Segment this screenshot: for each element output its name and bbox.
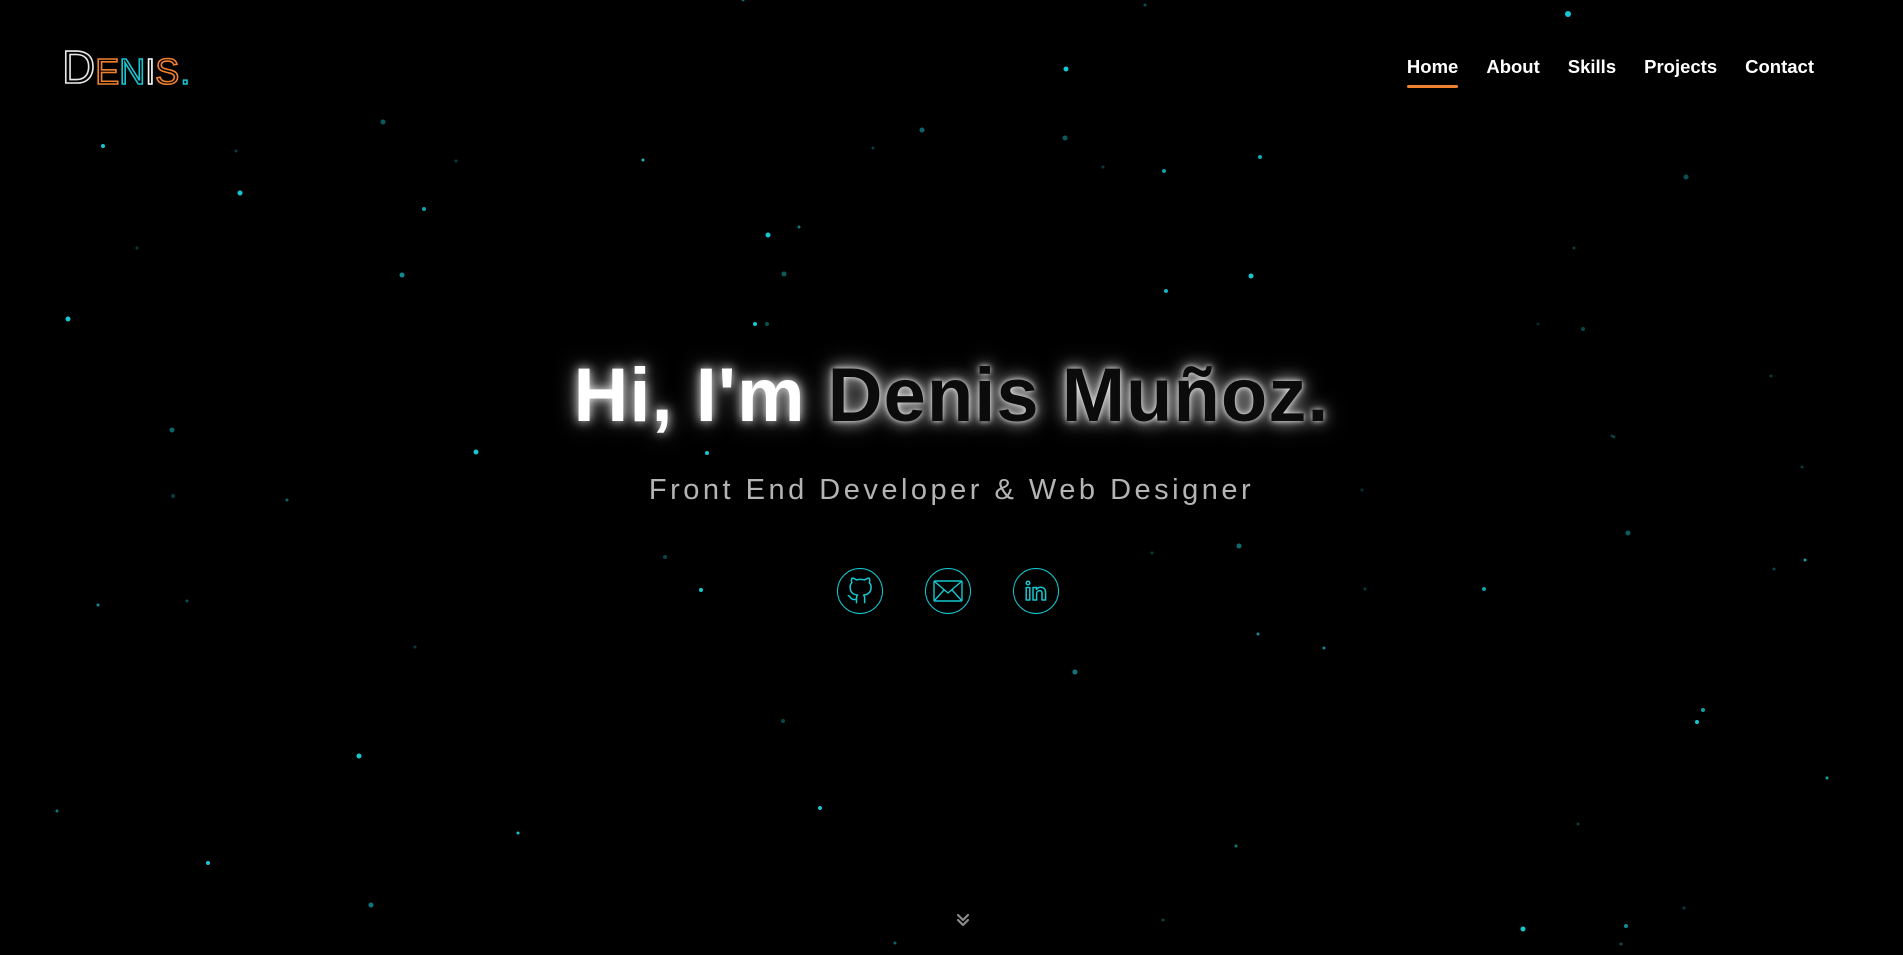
star-dot — [1520, 926, 1526, 932]
star-dot — [65, 316, 71, 322]
star-dot — [1624, 924, 1628, 928]
star-dot — [399, 272, 405, 278]
social-links — [837, 568, 1059, 614]
star-dot — [55, 809, 59, 813]
star-dot — [1161, 918, 1165, 922]
star-dot — [1258, 155, 1262, 159]
star-dot — [663, 555, 667, 559]
star-dot — [641, 158, 645, 162]
star-dot — [1825, 776, 1829, 780]
star-dot — [1162, 169, 1166, 173]
hero-greeting: Hi, I'm — [573, 353, 806, 438]
star-dot — [422, 207, 426, 211]
email-link[interactable] — [925, 568, 971, 614]
star-dot — [454, 159, 458, 163]
star-dot — [473, 449, 479, 455]
star-dot — [237, 190, 243, 196]
main-nav: Home About Skills Projects Contact — [1406, 56, 1814, 88]
star-dot — [1234, 844, 1238, 848]
github-link[interactable] — [837, 568, 883, 614]
hero-title: Hi, I'm Denis Muñoz. — [0, 352, 1903, 439]
logo-letter-i: I — [144, 51, 156, 92]
nav-item-contact[interactable]: Contact — [1745, 56, 1814, 88]
star-dot — [1572, 246, 1576, 250]
star-dot — [1363, 587, 1367, 591]
star-dot — [1150, 551, 1154, 555]
star-dot — [765, 232, 771, 238]
star-dot — [765, 322, 769, 326]
star-dot — [818, 806, 822, 810]
star-dot — [1248, 273, 1254, 279]
nav-item-projects[interactable]: Projects — [1644, 56, 1717, 88]
hero-subtitle: Front End Developer & Web Designer — [648, 474, 1255, 506]
chevron-double-down-icon — [956, 913, 970, 927]
star-dot — [1236, 543, 1242, 549]
star-dot — [1619, 942, 1623, 946]
logo-letter-d: D — [61, 41, 96, 93]
star-dot — [1683, 174, 1689, 180]
star-dot — [380, 119, 386, 125]
star-dot — [1143, 3, 1147, 7]
star-dot — [368, 902, 374, 908]
star-dot — [1536, 322, 1540, 326]
star-dot — [1072, 669, 1078, 675]
logo-dot: . — [179, 51, 191, 92]
logo-letter-n: N — [118, 51, 146, 92]
star-dot — [781, 719, 785, 723]
star-dot — [1581, 327, 1585, 331]
star-dot — [1482, 587, 1486, 591]
star-dot — [797, 225, 801, 229]
github-icon — [847, 577, 872, 604]
linkedin-link[interactable] — [1013, 568, 1059, 614]
star-dot — [135, 246, 139, 250]
star-dot — [356, 753, 362, 759]
star-dot — [1063, 66, 1069, 72]
star-dot — [96, 603, 100, 607]
nav-item-home[interactable]: Home — [1406, 56, 1459, 88]
star-dot — [1772, 567, 1776, 571]
star-dot — [1701, 708, 1705, 712]
star-dot — [1565, 11, 1571, 17]
linkedin-icon — [1025, 580, 1047, 601]
star-dot — [1576, 822, 1580, 826]
scroll-down-button[interactable] — [955, 912, 971, 928]
star-dot — [1164, 289, 1168, 293]
star-dot — [1101, 165, 1105, 169]
nav-item-skills[interactable]: Skills — [1568, 56, 1616, 88]
hero-name: Denis Muñoz. — [827, 353, 1330, 438]
logo-letter-e: E — [94, 51, 120, 92]
star-dot — [206, 861, 210, 865]
star-dot — [919, 127, 925, 133]
star-dot — [101, 144, 105, 148]
star-dot — [413, 645, 417, 649]
star-dot — [1322, 646, 1326, 650]
star-dot — [1625, 530, 1631, 536]
star-dot — [516, 831, 520, 835]
star-dot — [234, 149, 238, 153]
star-dot — [1695, 720, 1699, 724]
star-dot — [185, 599, 189, 603]
star-dot — [705, 451, 709, 455]
star-dot — [699, 588, 703, 592]
star-dot — [1682, 906, 1686, 910]
site-logo[interactable]: D E N I S . — [61, 41, 191, 93]
page: D E N I S . Home About Skills Projects C… — [0, 0, 1903, 955]
star-dot — [871, 146, 875, 150]
star-dot — [1803, 558, 1807, 562]
mail-icon — [933, 580, 963, 602]
star-dot — [1062, 135, 1068, 141]
star-dot — [893, 941, 897, 945]
star-dot — [781, 271, 787, 277]
nav-item-about[interactable]: About — [1486, 56, 1539, 88]
star-dot — [1256, 632, 1260, 636]
star-dot — [1800, 465, 1804, 469]
star-dot — [753, 322, 757, 326]
logo-letter-s: S — [154, 51, 180, 92]
star-dot — [741, 0, 745, 2]
